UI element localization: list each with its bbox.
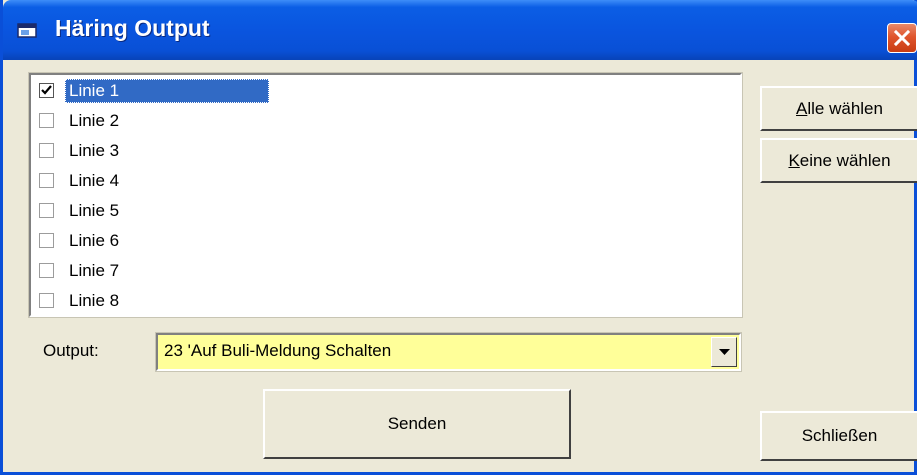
- select-all-button[interactable]: Alle wählen: [760, 86, 917, 131]
- line-checklist[interactable]: Linie 1 Linie 2 Linie 3 Linie 4 Linie 5 Linie…: [28, 72, 743, 318]
- send-button-label: Senden: [387, 414, 447, 433]
- select-none-button[interactable]: Keine wählen: [760, 138, 917, 183]
- line-checkbox[interactable]: [39, 203, 54, 218]
- checkmark-icon: [41, 85, 52, 95]
- title-bar[interactable]: Häring Output: [3, 0, 917, 60]
- select-all-label: lle wählen: [807, 99, 883, 118]
- list-item-label: Linie 8: [69, 291, 120, 310]
- line-checkbox[interactable]: [39, 173, 54, 188]
- close-button[interactable]: Schließen: [760, 411, 917, 461]
- output-dropdown-button[interactable]: [711, 337, 737, 367]
- close-button-label: Schließen: [801, 426, 878, 445]
- list-item-label: Linie 3: [69, 141, 120, 160]
- list-item-label: Linie 2: [69, 111, 120, 130]
- line-checkbox[interactable]: [39, 263, 54, 278]
- application-window: Häring Output Linie 1 Linie 2 Linie 3 Linie…: [0, 0, 917, 475]
- line-checkbox[interactable]: [39, 143, 54, 158]
- line-checkbox[interactable]: [39, 83, 54, 98]
- window-title: Häring Output: [55, 15, 210, 41]
- send-button[interactable]: Senden: [263, 389, 571, 459]
- close-window-button[interactable]: [887, 23, 917, 53]
- list-item-label: Linie 4: [69, 171, 120, 190]
- output-select[interactable]: 23 'Auf Buli-Meldung Schalten: [155, 332, 742, 372]
- app-window-icon: [17, 22, 39, 40]
- close-icon: [893, 29, 911, 47]
- select-none-label: eine wählen: [799, 151, 891, 170]
- line-checkbox[interactable]: [39, 113, 54, 128]
- line-checkbox[interactable]: [39, 233, 54, 248]
- chevron-down-icon: [719, 349, 730, 355]
- select-none-mnemonic: K: [788, 151, 800, 170]
- output-label: Output:: [43, 341, 99, 360]
- select-all-mnemonic: A: [796, 99, 808, 118]
- line-checkbox[interactable]: [39, 293, 54, 308]
- list-item-label: Linie 5: [69, 201, 120, 220]
- output-select-value: 23 'Auf Buli-Meldung Schalten: [164, 341, 392, 360]
- list-item-label: Linie 1: [65, 79, 269, 103]
- list-item-label: Linie 7: [69, 261, 120, 280]
- list-item-label: Linie 6: [69, 231, 120, 250]
